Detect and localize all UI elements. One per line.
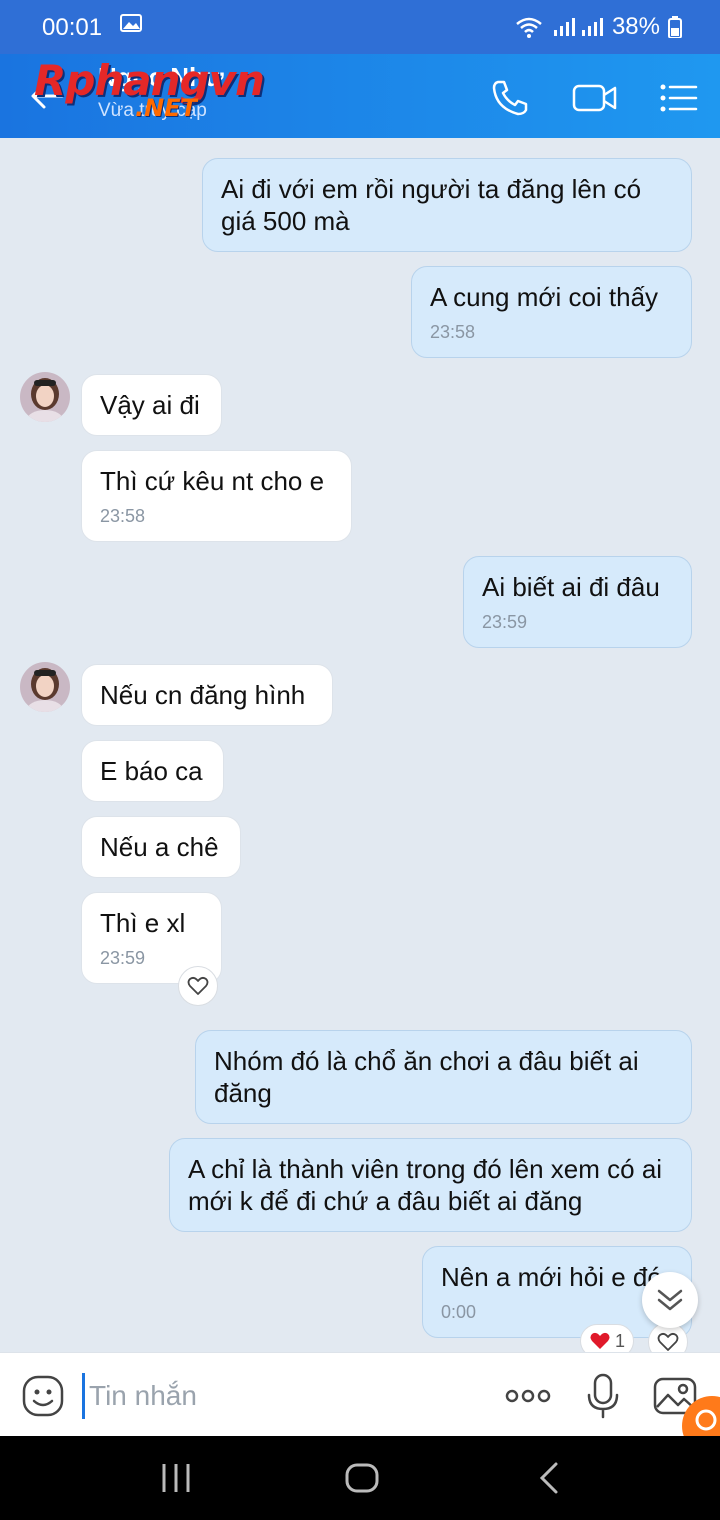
composer-bar [0,1352,720,1437]
message-text: Thì e xl [100,908,186,938]
reaction-count: 1 [614,1330,625,1351]
message-text: Ai đi với em rồi người ta đăng lên có gi… [221,174,642,236]
message-time: 23:59 [482,612,528,632]
heart-outline-icon [187,976,209,995]
more-options-icon[interactable] [504,1373,552,1419]
battery-percent: 38% [611,13,660,40]
microphone-icon[interactable] [580,1373,626,1419]
message-outgoing[interactable]: A chỉ là thành viên trong đó lên xem có … [169,1138,692,1232]
heart-outline-icon [657,1332,679,1351]
watermark-logo-sub: .NET [135,94,197,122]
system-navigation-bar [0,1436,720,1520]
message-text: Ai biết ai đi đâu [482,572,660,602]
signal-icon [553,18,603,36]
recent-apps-icon[interactable] [156,1458,196,1498]
message-text: Nếu a chê [100,832,219,862]
message-text: Nhóm đó là chổ ăn chơi a đâu biết ai đăn… [214,1046,639,1108]
message-text: A chỉ là thành viên trong đó lên xem có … [188,1154,663,1216]
gallery-icon [120,14,142,32]
home-icon[interactable] [342,1458,382,1498]
battery-icon [668,16,682,38]
message-text: Thì cứ kêu nt cho e [100,466,325,496]
message-incoming[interactable]: Thì cứ kêu nt cho e 23:58 [81,450,352,542]
menu-icon[interactable] [658,78,698,118]
video-call-icon[interactable] [572,78,618,118]
chat-header: Ngọc Như Vừa truy cập Rphangvn .NET [0,54,720,138]
message-text: E báo ca [100,756,203,786]
status-bar: 00:01 38% [0,0,720,54]
message-time: 23:59 [100,948,146,968]
message-incoming[interactable]: Nếu a chê [81,816,241,878]
emoji-icon[interactable] [20,1373,66,1419]
message-time: 23:58 [100,506,146,526]
wifi-icon [516,17,542,38]
double-chevron-down-icon [657,1289,683,1311]
back-icon[interactable] [530,1458,570,1498]
message-outgoing[interactable]: Ai đi với em rồi người ta đăng lên có gi… [202,158,692,252]
avatar[interactable] [20,662,70,712]
phone-icon[interactable] [490,78,530,118]
message-incoming[interactable]: Vậy ai đi [81,374,222,436]
message-incoming[interactable]: Nếu cn đăng hình [81,664,333,726]
message-outgoing[interactable]: A cung mới coi thấy 23:58 [411,266,692,358]
status-time: 00:01 [42,14,103,41]
heart-filled-icon [590,1332,610,1349]
message-input[interactable] [82,1373,471,1419]
message-text: Nếu cn đăng hình [100,680,306,710]
message-incoming[interactable]: E báo ca [81,740,224,802]
message-list[interactable]: Ai đi với em rồi người ta đăng lên có gi… [0,138,720,1362]
message-outgoing[interactable]: Ai biết ai đi đâu 23:59 [463,556,692,648]
avatar[interactable] [20,372,70,422]
scroll-to-bottom-button[interactable] [642,1272,698,1328]
message-text: Nên a mới hỏi e đó [441,1262,662,1292]
react-heart-button[interactable] [178,966,218,1006]
message-text: A cung mới coi thấy [430,282,659,312]
message-time: 0:00 [441,1302,477,1322]
message-outgoing[interactable]: Nhóm đó là chổ ăn chơi a đâu biết ai đăn… [195,1030,692,1124]
message-text: Vậy ai đi [100,390,200,420]
message-time: 23:58 [430,322,476,342]
